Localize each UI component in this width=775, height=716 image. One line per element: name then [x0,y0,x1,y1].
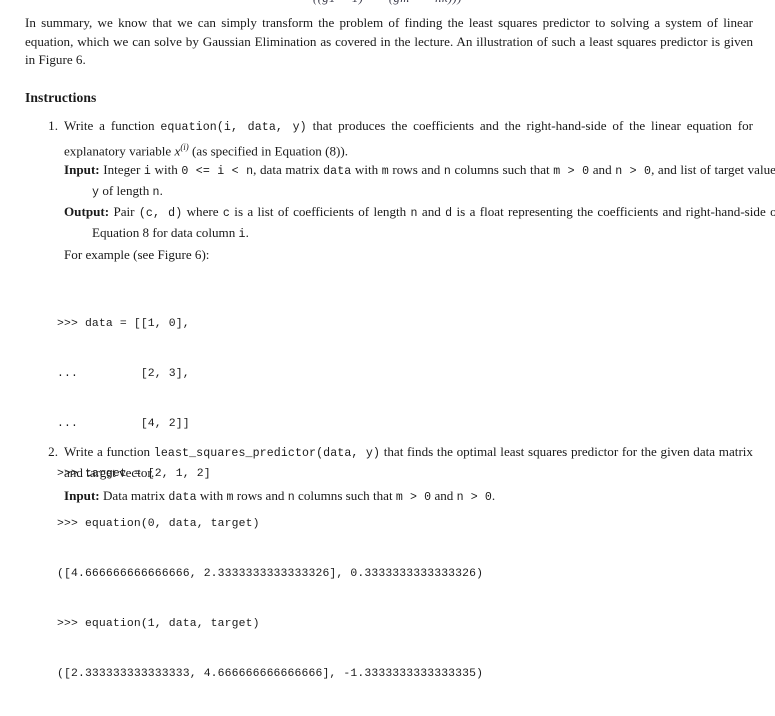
input2-c2: m [226,491,234,504]
input2-t1: Data matrix [99,488,169,503]
list-item-number: 1. [48,118,58,133]
code-line: >>> equation(1, data, target) [57,618,260,631]
input-c1: i [143,165,151,178]
output-description: Pair (c, d) where c is a list of coeffic… [92,204,775,241]
code-line: ... [4, 2]] [57,418,190,431]
input-c7: n > 0 [615,165,652,178]
input-t2: with [150,162,182,177]
list-item: 2. Write a function least_squares_predic… [40,443,753,482]
output-t1: Pair [109,204,139,219]
document-page: ((g1 − 1) · · · (gm · · · nk))) In summa… [0,0,775,680]
item1-text-tail: (as specified in Equation (8)). [188,142,349,158]
input-c2: 0 <= i < n [181,165,254,178]
code-line: ([2.333333333333333, 4.666666666666666],… [57,668,484,681]
input-c8: y [92,185,100,199]
item1-math-superscript: (i) [180,141,189,152]
output-label: Output: [64,204,110,219]
cut-off-equation: ((g1 − 1) · · · (gm · · · nk))) [0,0,775,7]
input-t8: , and list of target values [651,162,775,177]
item1-output-definition: Output: Pair (c, d) where c is a list of… [64,203,775,244]
input-description: Integer i with 0 <= i < n, data matrix d… [92,162,775,199]
input-c4: m [381,165,389,178]
input-c5: n [443,165,451,178]
list-item-body: Write a function equation(i, data, y) th… [64,117,753,161]
list-item: 1. Write a function equation(i, data, y)… [40,117,753,161]
input2-t2: with [196,488,227,503]
input2-t6: . [491,488,496,503]
instructions-heading: Instructions [25,90,97,105]
input-t4: with [351,162,382,177]
list-item-number: 2. [48,444,58,459]
list-item-body: Write a function least_squares_predictor… [64,443,753,482]
input-label: Input: [64,488,100,503]
input-t5: rows and [388,162,444,177]
output-t2: where [182,204,223,219]
input-t1: Integer [99,162,144,177]
output-t6: . [245,224,249,240]
code-line: >>> equation(0, data, target) [57,518,260,531]
input-t9: of length [99,182,153,198]
item2-input-definition: Input: Data matrix data with m rows and … [64,487,775,508]
input-description: Data matrix data with m rows and n colum… [99,488,496,504]
input2-t5: and [431,488,457,503]
input-c3: data [323,165,352,178]
input-label: Input: [64,162,100,177]
item1-code-signature: equation(i, data, y) [160,121,307,134]
item2-code-signature: least_squares_predictor(data, y) [153,447,381,460]
input-t7: and [589,162,616,177]
input-t10: . [159,182,163,198]
output-c5: i [238,227,246,241]
input2-c1: data [168,491,197,504]
input2-c5: n > 0 [456,491,492,504]
output-c3: n [410,207,418,220]
input2-c3: n [287,491,295,504]
input2-c4: m > 0 [395,491,432,504]
code-line: >>> data = [[1, 0], [57,318,190,331]
output-t3: is a list of coefficients of length [229,204,411,219]
item1-text-before-code: Write a function [64,118,161,133]
item1-input-definition: Input: Integer i with 0 <= i < n, data m… [64,161,775,202]
intro-paragraph: In summary, we know that we can simply t… [25,15,753,68]
input-c9: n [152,185,160,199]
input-t6: columns such that [450,162,554,177]
output-t4: and [417,204,446,219]
code-line: ([4.666666666666666, 2.3333333333333326]… [57,568,484,581]
input-c6: m > 0 [553,165,590,178]
item2-text-before-code: Write a function [64,444,154,459]
input-t3: , data matrix [253,162,324,177]
example-intro-line: For example (see Figure 6): [64,247,210,262]
code-line: ... [2, 3], [57,368,190,381]
input2-t4: columns such that [294,488,396,503]
input2-t3: rows and [233,488,288,503]
output-c1: (c, d) [138,207,183,220]
output-c2: c [222,207,230,220]
